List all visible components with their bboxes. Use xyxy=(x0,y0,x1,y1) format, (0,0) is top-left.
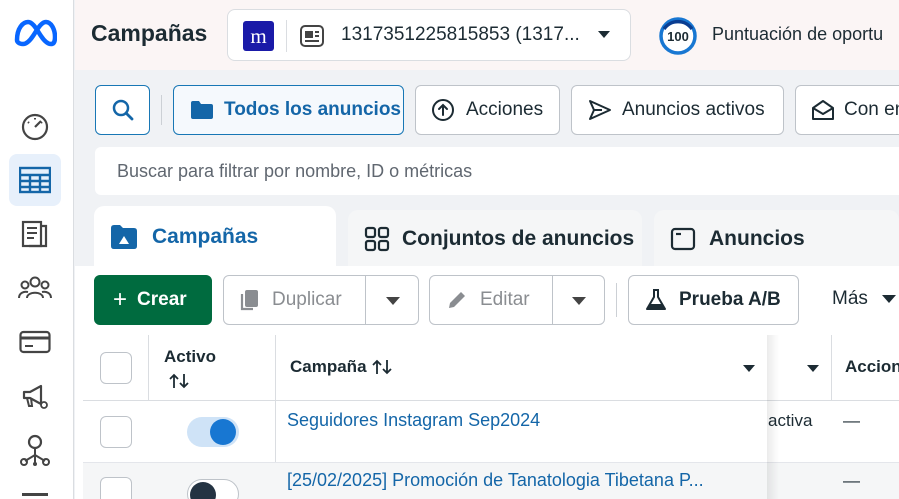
page-title: Campañas xyxy=(91,20,208,46)
search-button[interactable] xyxy=(95,85,150,135)
send-icon xyxy=(589,100,611,120)
duplicate-icon xyxy=(240,290,258,311)
level-tabs: Campañas Conjuntos de anuncios Anuncios xyxy=(75,206,899,268)
action-divider xyxy=(616,283,617,317)
account-selector[interactable]: m 1317351225815853 (1317... xyxy=(227,9,631,61)
account-logo: m xyxy=(243,21,274,51)
tab-ad-sets[interactable]: Conjuntos de anuncios xyxy=(348,210,642,268)
upload-circle-icon xyxy=(432,99,454,121)
actions-value: — xyxy=(843,411,860,430)
window-icon xyxy=(670,227,696,251)
nav-ads-manager-table-icon[interactable] xyxy=(9,154,61,206)
delivery-errors-button[interactable]: Con en xyxy=(795,85,899,135)
tab-campaigns[interactable]: Campañas xyxy=(94,206,336,268)
create-button[interactable]: + Crear xyxy=(94,275,212,325)
filter-placeholder: Buscar para filtrar por nombre, ID o mét… xyxy=(117,161,473,181)
campaigns-table: Activo Campaña Accion Seguidores Instagr… xyxy=(83,335,899,499)
chevron-down-icon[interactable] xyxy=(386,297,400,305)
actions-value: — xyxy=(843,471,860,490)
select-all-checkbox[interactable] xyxy=(100,352,132,384)
tab-ads[interactable]: Anuncios xyxy=(654,210,899,268)
flask-icon xyxy=(646,289,666,310)
active-ads-label: Anuncios activos xyxy=(622,99,765,120)
column-header-campaign[interactable]: Campaña xyxy=(290,357,392,377)
toolbar-divider xyxy=(161,95,162,125)
left-nav-rail xyxy=(0,0,74,499)
meta-logo-icon[interactable] xyxy=(13,16,57,50)
chevron-down-icon[interactable] xyxy=(807,365,819,372)
row-checkbox[interactable] xyxy=(100,416,132,448)
edit-button[interactable]: Editar xyxy=(429,275,605,325)
tab-ads-label: Anuncios xyxy=(709,227,805,250)
pencil-icon xyxy=(449,292,465,308)
sort-icon xyxy=(371,359,392,375)
row-checkbox[interactable] xyxy=(100,477,132,499)
tab-campaigns-label: Campañas xyxy=(152,225,259,248)
campaign-folder-icon xyxy=(111,225,137,249)
nav-events-network-icon[interactable] xyxy=(9,424,61,476)
opportunity-score-label[interactable]: Puntuación de oportu xyxy=(712,24,883,45)
filter-toolbar: Todos los anuncios Acciones Anuncios act… xyxy=(75,70,899,211)
column-divider xyxy=(831,335,832,401)
duplicate-label: Duplicar xyxy=(272,289,342,310)
filter-search-input[interactable]: Buscar para filtrar por nombre, ID o mét… xyxy=(95,147,899,195)
ab-test-button[interactable]: Prueba A/B xyxy=(628,275,799,325)
sort-icon[interactable] xyxy=(169,372,189,390)
nav-overview-gauge-icon[interactable] xyxy=(9,100,61,152)
all-ads-label: Todos los anuncios xyxy=(224,99,401,120)
account-divider xyxy=(286,20,287,52)
plus-icon: + xyxy=(113,286,128,313)
campaign-name-link[interactable]: [25/02/2025] Promoción de Tanatologia Ti… xyxy=(287,470,757,491)
tab-ad-sets-label: Conjuntos de anuncios xyxy=(402,227,635,250)
nav-ad-settings-megaphone-icon[interactable] xyxy=(9,370,61,422)
nav-audiences-people-icon[interactable] xyxy=(9,262,61,314)
toggle-knob xyxy=(210,419,236,445)
chevron-down-icon xyxy=(598,31,610,38)
active-toggle[interactable] xyxy=(187,417,239,447)
column-header-campaign-label: Campaña xyxy=(290,357,367,376)
chevron-down-icon[interactable] xyxy=(572,297,586,305)
score-value: 100 xyxy=(667,29,689,44)
actions-label: Acciones xyxy=(466,99,544,120)
column-header-active[interactable]: Activo xyxy=(164,347,216,367)
sticky-column-shadow xyxy=(767,335,779,499)
nav-more-divider xyxy=(22,493,48,496)
opportunity-score-gauge-icon[interactable]: 100 xyxy=(657,15,699,57)
campaigns-panel: + Crear Duplicar Editar Prueba A/B Más A… xyxy=(75,266,899,499)
nav-billing-card-icon[interactable] xyxy=(9,316,61,368)
active-ads-button[interactable]: Anuncios activos xyxy=(571,85,784,135)
toggle-knob xyxy=(190,482,216,499)
more-button[interactable]: Más xyxy=(832,288,896,310)
split-divider xyxy=(365,276,366,324)
active-toggle[interactable] xyxy=(187,479,239,499)
top-bar: Campañas m 1317351225815853 (1317... 100… xyxy=(75,0,899,70)
ad-account-icon xyxy=(300,25,324,47)
column-header-actions[interactable]: Accion xyxy=(845,357,899,377)
all-ads-button[interactable]: Todos los anuncios xyxy=(173,85,404,135)
more-label: Más xyxy=(832,288,868,309)
actions-button[interactable]: Acciones xyxy=(415,85,560,135)
search-icon xyxy=(112,99,133,121)
ab-test-label: Prueba A/B xyxy=(679,289,781,310)
con-en-label: Con en xyxy=(844,99,899,120)
mail-icon xyxy=(812,100,834,120)
split-divider xyxy=(552,276,553,324)
column-divider xyxy=(148,335,149,401)
account-id: 1317351225815853 (1317... xyxy=(341,24,580,45)
edit-label: Editar xyxy=(480,289,530,310)
nav-reports-pages-icon[interactable] xyxy=(9,208,61,260)
folder-icon xyxy=(191,101,213,119)
campaign-name-link[interactable]: Seguidores Instagram Sep2024 xyxy=(287,410,757,431)
duplicate-button[interactable]: Duplicar xyxy=(223,275,419,325)
create-label: Crear xyxy=(137,289,187,310)
grid-icon xyxy=(364,226,390,252)
chevron-down-icon xyxy=(881,295,896,303)
chevron-down-icon[interactable] xyxy=(743,365,755,372)
